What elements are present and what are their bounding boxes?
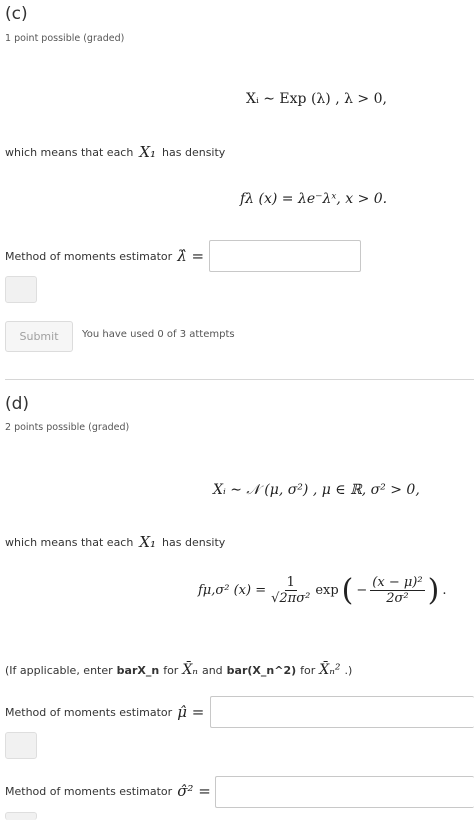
hint-prefix: (If applicable, enter: [5, 663, 113, 677]
estimator-symbol: μ̂ =: [177, 703, 205, 721]
math-preview-box: [5, 276, 37, 303]
part-c-distribution-equation: Xᵢ ∼ Exp (λ) , λ > 0,: [246, 91, 387, 107]
right-paren-icon: ): [427, 572, 440, 608]
density-intro-text: which means that each: [5, 145, 134, 159]
hint-code-second-moment: bar(X_n^2): [226, 663, 297, 677]
hint-for-1: for: [163, 663, 179, 677]
math-preview-box: [5, 812, 37, 820]
lambda-estimator-input[interactable]: [209, 240, 361, 272]
hint-suffix: .): [344, 663, 353, 677]
minus-sign: −: [356, 583, 368, 598]
hint-symbol-second-moment: X̄ₙ²: [319, 662, 341, 678]
fraction-denominator: √2πσ²: [271, 591, 311, 606]
part-c-heading: (c): [5, 4, 28, 24]
part-d-points: 2 points possible (graded): [5, 422, 130, 433]
part-d-density-equation: fμ,σ² (x) = 1 √2πσ² exp ( − (x − μ)² 2σ²…: [198, 575, 446, 606]
estimator-label: Method of moments estimator: [5, 784, 173, 798]
mu-estimator-input[interactable]: [210, 696, 474, 728]
math-preview-box: [5, 732, 37, 759]
hint-code-mean: barX_n: [116, 663, 160, 677]
hint-and: and: [201, 663, 223, 677]
part-c-estimator-row: Method of moments estimator λ̂ =: [5, 247, 204, 265]
density-suffix-text: has density: [162, 535, 226, 549]
part-d-estimator-mu-row: Method of moments estimator μ̂ =: [5, 703, 204, 721]
hint-for-2: for: [300, 663, 316, 677]
density-intro-text: which means that each: [5, 535, 134, 549]
hint-symbol-mean: X̄ₙ: [182, 662, 198, 678]
estimator-label: Method of moments estimator: [5, 705, 173, 719]
density-suffix-text: has density: [162, 145, 226, 159]
estimator-symbol: λ̂ =: [177, 247, 205, 265]
fraction-numerator: 1: [284, 575, 297, 591]
density-variable: X₁: [139, 143, 157, 161]
exponent-numerator: (x − μ)²: [370, 575, 425, 591]
part-d-distribution-equation: Xᵢ ∼ 𝒩 (μ, σ²) , μ ∈ ℝ, σ² > 0,: [213, 482, 420, 498]
density-lhs: fμ,σ² (x) =: [198, 583, 267, 598]
equation-period: .: [442, 583, 447, 598]
sigma-squared-estimator-input[interactable]: [215, 776, 474, 808]
exponent-denominator: 2σ²: [386, 591, 409, 606]
part-c-points: 1 point possible (graded): [5, 33, 125, 44]
part-d-heading: (d): [5, 394, 30, 414]
normalizing-fraction: 1 √2πσ²: [269, 575, 312, 606]
estimator-label: Method of moments estimator: [5, 249, 173, 263]
attempts-counter: You have used 0 of 3 attempts: [82, 329, 235, 340]
estimator-symbol: σ̂² =: [177, 782, 211, 800]
left-paren-icon: (: [341, 572, 354, 608]
part-d-estimator-sigma-row: Method of moments estimator σ̂² =: [5, 782, 211, 800]
exp-function: exp: [315, 583, 339, 598]
exponent-fraction: (x − μ)² 2σ²: [370, 575, 425, 606]
part-d-density-intro: which means that each X₁ has density: [5, 533, 225, 551]
input-hint: (If applicable, enter barX_n for X̄ₙ and…: [5, 662, 352, 678]
density-variable: X₁: [139, 533, 157, 551]
section-divider: [5, 379, 474, 380]
submit-button[interactable]: Submit: [5, 321, 73, 352]
part-c-density-equation: fλ (x) = λe⁻λˣ, x > 0.: [240, 191, 388, 207]
part-c-density-intro: which means that each X₁ has density: [5, 143, 225, 161]
